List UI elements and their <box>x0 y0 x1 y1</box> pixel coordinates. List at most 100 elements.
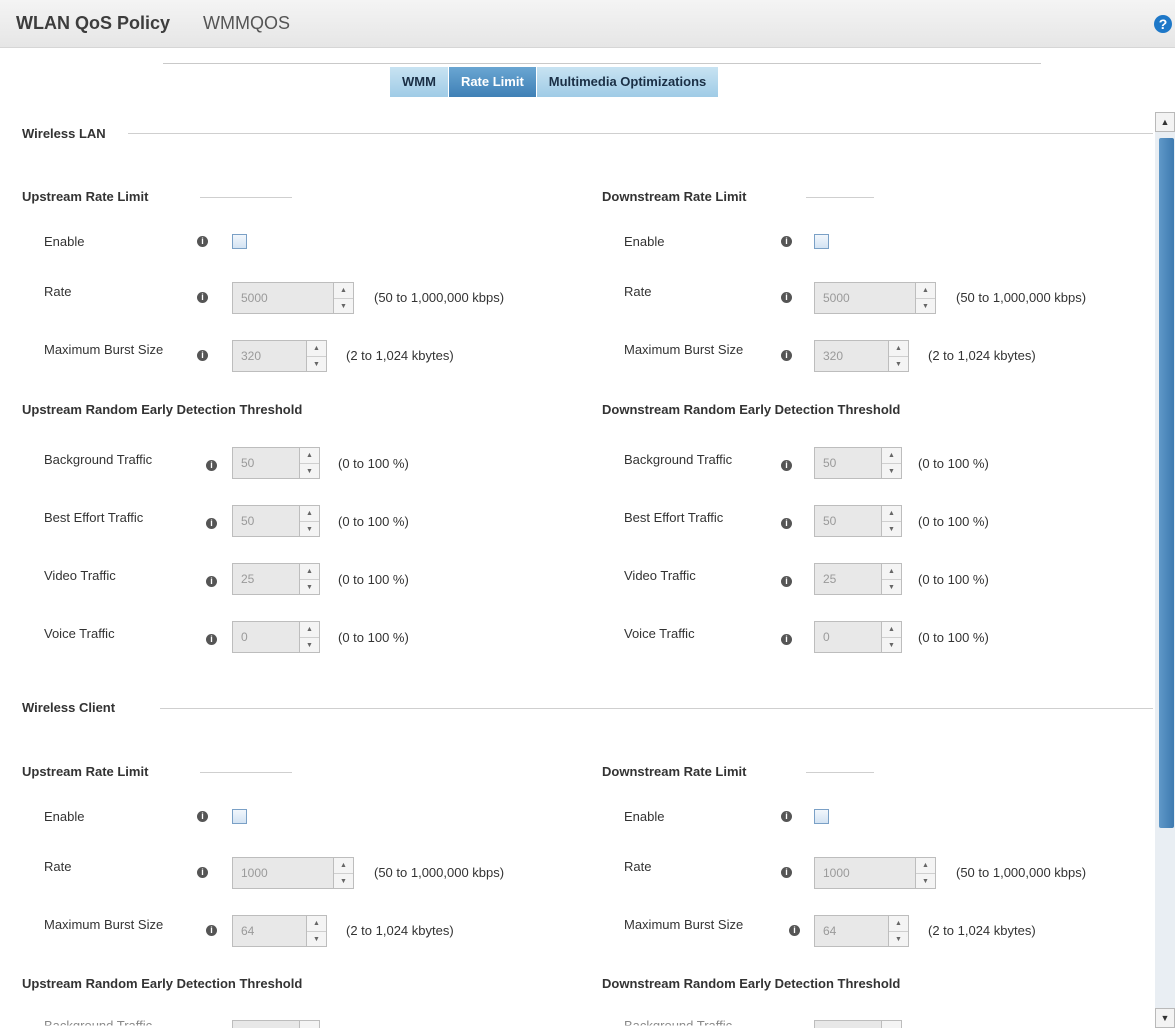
scroll-up-arrow-icon[interactable]: ▲ <box>1155 112 1175 132</box>
lan-upstream-rate-input[interactable] <box>232 282 334 314</box>
lan-downstream-voice-stepper: ▲▼ <box>814 621 902 653</box>
lan-downstream-best-effort-input[interactable] <box>814 505 882 537</box>
client-downstream-rate-stepper: ▲▼ <box>814 857 936 889</box>
client-upstream-burst-stepper: ▲▼ <box>232 915 327 947</box>
increment-arrow-icon[interactable]: ▲ <box>334 858 353 874</box>
increment-arrow-icon[interactable]: ▲ <box>889 341 908 357</box>
increment-arrow-icon[interactable]: ▲ <box>300 622 319 638</box>
lan-upstream-burst-stepper: ▲▼ <box>232 340 327 372</box>
lan-downstream-background-input[interactable] <box>814 447 882 479</box>
info-icon[interactable]: i <box>206 634 217 645</box>
lan-upstream-voice-stepper: ▲▼ <box>232 621 320 653</box>
increment-arrow-icon[interactable]: ▲ <box>334 283 353 299</box>
client-downstream-background-input[interactable] <box>814 1020 882 1028</box>
lan-upstream-burst-input[interactable] <box>232 340 307 372</box>
lan-downstream-video-input[interactable] <box>814 563 882 595</box>
info-icon[interactable]: i <box>197 236 208 247</box>
client-upstream-enable-checkbox[interactable] <box>232 809 247 824</box>
increment-arrow-icon[interactable]: ▲ <box>307 916 326 932</box>
increment-arrow-icon[interactable]: ▲ <box>307 341 326 357</box>
increment-arrow-icon[interactable]: ▲ <box>916 858 935 874</box>
increment-arrow-icon[interactable]: ▲ <box>916 283 935 299</box>
increment-arrow-icon[interactable]: ▲ <box>882 564 901 580</box>
decrement-arrow-icon[interactable]: ▼ <box>882 464 901 479</box>
video-traffic-label: Video Traffic <box>624 568 696 583</box>
scrollbar-thumb[interactable] <box>1159 138 1174 828</box>
lan-downstream-enable-checkbox[interactable] <box>814 234 829 249</box>
info-icon[interactable]: i <box>781 350 792 361</box>
voice-traffic-label: Voice Traffic <box>44 626 115 641</box>
rate-label: Rate <box>44 284 72 299</box>
info-icon[interactable]: i <box>197 292 208 303</box>
percent-range-hint: (0 to 100 %) <box>918 456 989 471</box>
decrement-arrow-icon[interactable]: ▼ <box>300 522 319 537</box>
info-icon[interactable]: i <box>781 811 792 822</box>
rate-label: Rate <box>624 859 652 874</box>
info-icon[interactable]: i <box>781 460 792 471</box>
decrement-arrow-icon[interactable]: ▼ <box>307 357 326 372</box>
burst-range-hint: (2 to 1,024 kbytes) <box>928 348 1036 363</box>
info-icon[interactable]: i <box>206 576 217 587</box>
increment-arrow-icon[interactable]: ▲ <box>300 448 319 464</box>
info-icon[interactable]: i <box>197 867 208 878</box>
info-icon[interactable]: i <box>197 350 208 361</box>
decrement-arrow-icon[interactable]: ▼ <box>882 638 901 653</box>
lan-upstream-video-stepper: ▲▼ <box>232 563 320 595</box>
lan-upstream-enable-checkbox[interactable] <box>232 234 247 249</box>
decrement-arrow-icon[interactable]: ▼ <box>882 580 901 595</box>
info-icon[interactable]: i <box>781 236 792 247</box>
info-icon[interactable]: i <box>781 576 792 587</box>
info-icon[interactable]: i <box>206 925 217 936</box>
lan-downstream-voice-input[interactable] <box>814 621 882 653</box>
info-icon[interactable]: i <box>781 867 792 878</box>
decrement-arrow-icon[interactable]: ▼ <box>889 357 908 372</box>
client-upstream-burst-input[interactable] <box>232 915 307 947</box>
decrement-arrow-icon[interactable]: ▼ <box>300 464 319 479</box>
increment-arrow-icon[interactable] <box>882 1021 901 1028</box>
increment-arrow-icon[interactable] <box>300 1021 319 1028</box>
tab-rate-limit[interactable]: Rate Limit <box>448 67 537 97</box>
lan-upstream-video-input[interactable] <box>232 563 300 595</box>
help-icon[interactable]: ? <box>1154 15 1172 33</box>
info-icon[interactable]: i <box>206 518 217 529</box>
client-downstream-burst-input[interactable] <box>814 915 889 947</box>
decrement-arrow-icon[interactable]: ▼ <box>334 874 353 889</box>
lan-downstream-rate-input[interactable] <box>814 282 916 314</box>
decrement-arrow-icon[interactable]: ▼ <box>889 932 908 947</box>
client-downstream-background-stepper <box>814 1020 902 1028</box>
increment-arrow-icon[interactable]: ▲ <box>300 506 319 522</box>
info-icon[interactable]: i <box>781 518 792 529</box>
increment-arrow-icon[interactable]: ▲ <box>300 564 319 580</box>
decrement-arrow-icon[interactable]: ▼ <box>916 299 935 314</box>
lan-upstream-best-effort-input[interactable] <box>232 505 300 537</box>
subsection-title-upstream-red: Upstream Random Early Detection Threshol… <box>22 402 303 417</box>
increment-arrow-icon[interactable]: ▲ <box>882 622 901 638</box>
decrement-arrow-icon[interactable]: ▼ <box>916 874 935 889</box>
decrement-arrow-icon[interactable]: ▼ <box>300 580 319 595</box>
best-effort-traffic-label: Best Effort Traffic <box>44 510 144 525</box>
info-icon[interactable]: i <box>206 460 217 471</box>
info-icon[interactable]: i <box>197 811 208 822</box>
scroll-down-arrow-icon[interactable]: ▼ <box>1155 1008 1175 1028</box>
increment-arrow-icon[interactable]: ▲ <box>889 916 908 932</box>
lan-upstream-background-input[interactable] <box>232 447 300 479</box>
decrement-arrow-icon[interactable]: ▼ <box>307 932 326 947</box>
client-upstream-rate-input[interactable] <box>232 857 334 889</box>
increment-arrow-icon[interactable]: ▲ <box>882 448 901 464</box>
client-upstream-background-input[interactable] <box>232 1020 300 1028</box>
info-icon[interactable]: i <box>781 634 792 645</box>
subsection-title-downstream-red: Downstream Random Early Detection Thresh… <box>602 402 901 417</box>
decrement-arrow-icon[interactable]: ▼ <box>334 299 353 314</box>
decrement-arrow-icon[interactable]: ▼ <box>300 638 319 653</box>
info-icon[interactable]: i <box>789 925 800 936</box>
tab-wmm[interactable]: WMM <box>390 67 449 97</box>
tab-multimedia-optimizations[interactable]: Multimedia Optimizations <box>536 67 720 97</box>
lan-downstream-burst-input[interactable] <box>814 340 889 372</box>
client-downstream-rate-input[interactable] <box>814 857 916 889</box>
client-downstream-enable-checkbox[interactable] <box>814 809 829 824</box>
increment-arrow-icon[interactable]: ▲ <box>882 506 901 522</box>
lan-upstream-voice-input[interactable] <box>232 621 300 653</box>
decrement-arrow-icon[interactable]: ▼ <box>882 522 901 537</box>
burst-range-hint: (2 to 1,024 kbytes) <box>928 923 1036 938</box>
info-icon[interactable]: i <box>781 292 792 303</box>
